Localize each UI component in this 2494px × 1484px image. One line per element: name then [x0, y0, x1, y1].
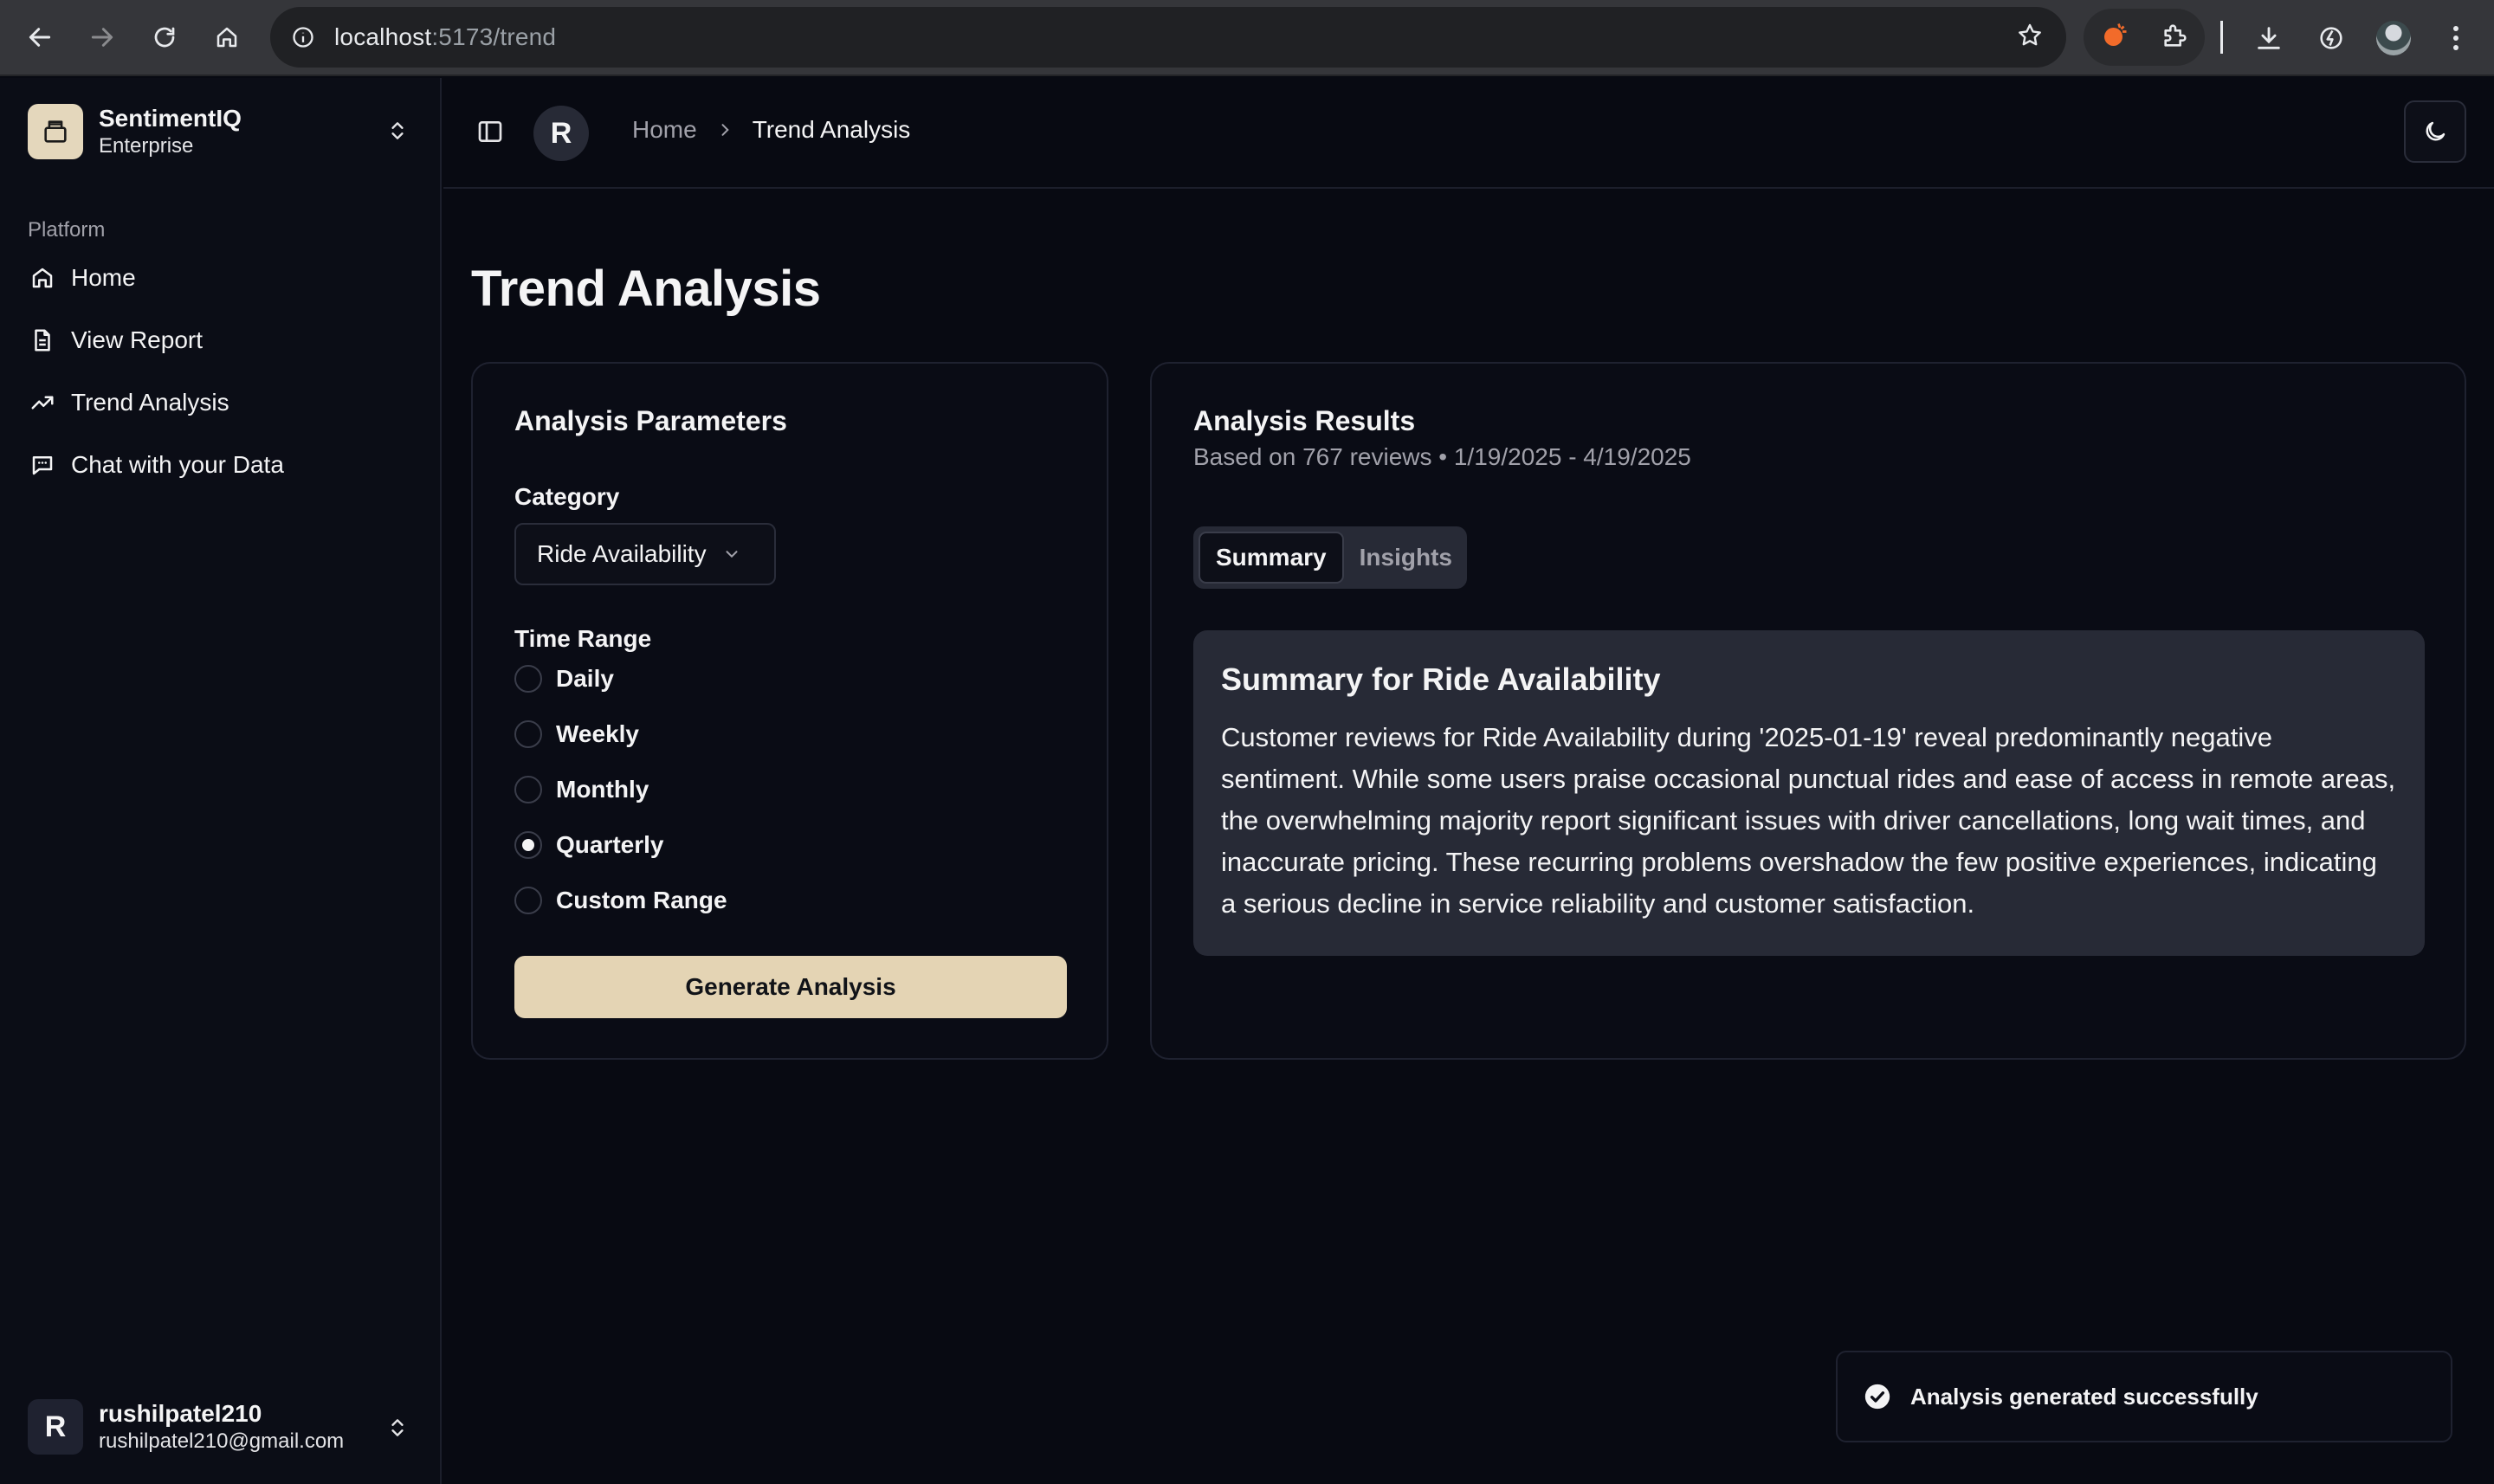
radio-label: Monthly	[556, 776, 649, 803]
sidebar-item-chat[interactable]: Chat with your Data	[16, 438, 426, 492]
chat-icon	[28, 450, 57, 480]
download-icon[interactable]	[2243, 12, 2295, 64]
theme-toggle-button[interactable]	[2404, 100, 2466, 163]
category-label: Category	[514, 483, 620, 510]
reload-icon[interactable]	[139, 11, 191, 63]
page-title: Trend Analysis	[471, 261, 821, 317]
radio-circle[interactable]	[514, 720, 542, 748]
results-title: Analysis Results	[1193, 405, 1416, 436]
bookmark-star-icon[interactable]	[2016, 22, 2044, 54]
brand-plan: Enterprise	[99, 134, 194, 158]
url-path: :5173/trend	[431, 23, 557, 50]
summary-panel: Summary for Ride Availability Customer r…	[1193, 630, 2425, 956]
radio-label: Weekly	[556, 720, 639, 747]
file-icon	[28, 326, 57, 355]
sidebar-nav: Home View Report Trend Analysis Chat wit…	[16, 251, 426, 500]
sidebar-item-label: Chat with your Data	[71, 451, 284, 478]
user-email: rushilpatel210@gmail.com	[99, 1429, 345, 1453]
chevron-down-icon	[722, 545, 741, 564]
address-bar[interactable]: localhost:5173/trend	[270, 7, 2066, 68]
extensions-group	[2084, 9, 2205, 66]
radio-circle[interactable]	[514, 776, 542, 803]
sidebar-item-view-report[interactable]: View Report	[16, 313, 426, 367]
nav-group-label: Platform	[28, 218, 106, 242]
time-range-label: Time Range	[514, 625, 652, 652]
sidebar-item-home[interactable]: Home	[16, 251, 426, 305]
site-info-icon[interactable]	[288, 22, 319, 53]
user-name: rushilpatel210	[99, 1400, 262, 1427]
chevrons-up-down-icon[interactable]	[386, 118, 409, 148]
tab-insights[interactable]: Insights	[1344, 532, 1468, 584]
sidebar-item-trend-analysis[interactable]: Trend Analysis	[16, 376, 426, 429]
radio-label: Custom Range	[556, 887, 727, 913]
toolbar-separator	[2220, 21, 2223, 54]
performance-icon[interactable]	[2305, 12, 2357, 64]
toast-message: Analysis generated successfully	[1910, 1383, 2258, 1410]
breadcrumb-home[interactable]: Home	[632, 116, 697, 144]
sidebar-item-label: Home	[71, 264, 136, 291]
radio-label: Daily	[556, 665, 614, 692]
brand-switcher[interactable]: SentimentIQ Enterprise	[28, 104, 242, 159]
user-avatar: R	[28, 1399, 83, 1455]
moon-icon	[2426, 121, 2446, 141]
radio-quarterly[interactable]: Quarterly	[514, 831, 664, 859]
radio-circle[interactable]	[514, 665, 542, 693]
radio-label: Quarterly	[556, 831, 664, 858]
results-tabs: Summary Insights	[1193, 526, 1467, 589]
sidebar-toggle-icon[interactable]	[476, 118, 504, 150]
category-select[interactable]: Ride Availability	[514, 523, 776, 585]
brand-logo-icon	[28, 104, 83, 159]
radio-weekly[interactable]: Weekly	[514, 720, 639, 748]
tab-summary[interactable]: Summary	[1199, 532, 1344, 584]
radio-circle-selected[interactable]	[514, 831, 542, 859]
sidebar: SentimentIQ Enterprise Platform Home Vie…	[0, 78, 442, 1484]
puzzle-extensions-icon[interactable]	[2161, 21, 2190, 55]
check-circle-icon	[1862, 1381, 1893, 1412]
user-chevrons-icon[interactable]	[386, 1415, 409, 1445]
home-icon	[28, 263, 57, 293]
sidebar-item-label: View Report	[71, 326, 204, 353]
radio-daily[interactable]: Daily	[514, 665, 614, 693]
extension-icon-orange[interactable]	[2099, 20, 2130, 55]
summary-title: Summary for Ride Availability	[1221, 661, 1661, 697]
results-subtitle: Based on 767 reviews • 1/19/2025 - 4/19/…	[1193, 443, 1691, 470]
params-title: Analysis Parameters	[514, 405, 787, 436]
brand-name: SentimentIQ	[99, 105, 242, 132]
radio-circle[interactable]	[514, 887, 542, 914]
url-host: localhost	[334, 23, 432, 50]
header-avatar[interactable]: R	[533, 106, 589, 161]
browser-toolbar: localhost:5173/trend	[0, 0, 2494, 76]
trend-icon	[28, 388, 57, 417]
url-text: localhost:5173/trend	[334, 23, 556, 51]
kebab-menu-icon[interactable]	[2430, 12, 2482, 64]
profile-avatar[interactable]	[2368, 12, 2420, 64]
analysis-parameters-card: Analysis Parameters Category Ride Availa…	[471, 362, 1108, 1060]
analysis-results-card: Analysis Results Based on 767 reviews • …	[1150, 362, 2466, 1060]
user-menu[interactable]: R rushilpatel210 rushilpatel210@gmail.co…	[28, 1399, 344, 1455]
home-browser-icon[interactable]	[201, 11, 253, 63]
breadcrumb-current: Trend Analysis	[752, 116, 911, 143]
radio-custom-range[interactable]: Custom Range	[514, 887, 727, 914]
sidebar-item-label: Trend Analysis	[71, 389, 229, 416]
success-toast: Analysis generated successfully	[1836, 1351, 2452, 1442]
back-icon[interactable]	[14, 11, 66, 63]
summary-text: Customer reviews for Ride Availability d…	[1221, 722, 2396, 919]
breadcrumb: Home Trend Analysis	[632, 116, 910, 144]
category-value: Ride Availability	[537, 540, 707, 567]
top-bar: R Home Trend Analysis	[443, 78, 2494, 189]
generate-analysis-button[interactable]: Generate Analysis	[514, 956, 1067, 1018]
chevron-right-icon	[716, 121, 733, 139]
forward-icon[interactable]	[76, 11, 128, 63]
radio-monthly[interactable]: Monthly	[514, 776, 649, 803]
